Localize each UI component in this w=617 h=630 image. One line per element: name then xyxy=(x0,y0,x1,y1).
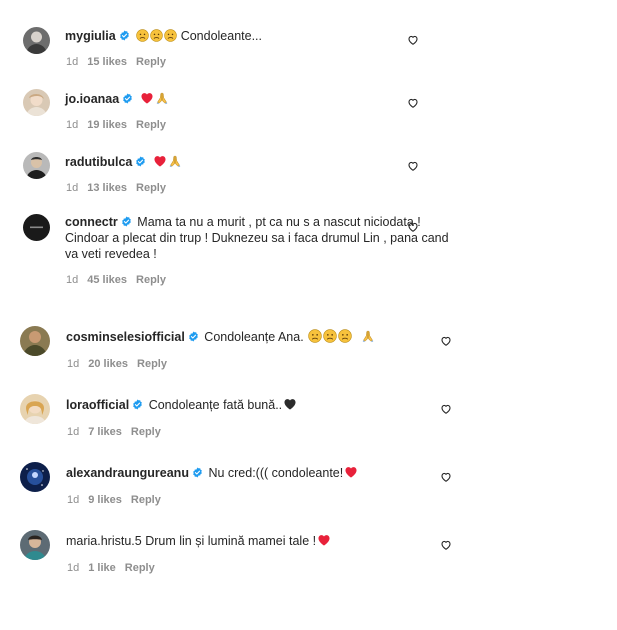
comment-line: alexandraungureanu Nu cred:((( condolean… xyxy=(66,465,358,481)
like-heart-icon[interactable] xyxy=(407,160,419,172)
comment-item: maria.hristu.5 Drum lin și lumină mamei … xyxy=(0,529,617,589)
red-heart-emoji xyxy=(344,465,358,479)
like-heart-icon[interactable] xyxy=(407,221,419,233)
sad-face-emoji xyxy=(338,329,352,343)
comment-item: alexandraungureanu Nu cred:((( condolean… xyxy=(0,461,617,521)
comment-item: cosminselesiofficial Condoleanțe Ana. 1d… xyxy=(0,325,617,385)
comment-item: jo.ioanaa 1d 19 likes Reply xyxy=(0,87,617,147)
comment-meta: 1d 15 likes Reply xyxy=(66,56,175,68)
red-heart-emoji xyxy=(153,154,167,168)
likes-count[interactable]: 13 likes xyxy=(87,182,127,194)
comment-meta: 1d 9 likes Reply xyxy=(67,494,170,506)
comment-item: connectr Mama ta nu a murit , pt ca nu s… xyxy=(0,213,617,293)
avatar[interactable] xyxy=(23,89,50,116)
comment-text: Condoleanțe Ana. xyxy=(204,330,304,344)
comment-item: mygiulia Condoleante... 1d 15 likes Reply xyxy=(0,24,617,84)
red-heart-emoji xyxy=(317,533,331,547)
comment-text: Nu cred:((( condoleante! xyxy=(208,466,344,480)
avatar[interactable] xyxy=(20,326,50,356)
avatar[interactable] xyxy=(23,27,50,54)
comment-text: Condoleante... xyxy=(180,29,262,43)
sad-face-emoji xyxy=(323,329,337,343)
comment-line: maria.hristu.5 Drum lin și lumină mamei … xyxy=(66,533,331,549)
verified-badge-icon xyxy=(119,30,130,41)
comment-meta: 1d 13 likes Reply xyxy=(66,182,175,194)
timestamp[interactable]: 1d xyxy=(66,274,78,286)
likes-count[interactable]: 20 likes xyxy=(88,358,128,370)
comment-line: radutibulca xyxy=(65,154,182,170)
sad-face-emoji xyxy=(136,29,149,42)
comment-text: Drum lin și lumină mamei tale ! xyxy=(145,534,317,548)
avatar[interactable] xyxy=(20,394,50,424)
username[interactable]: cosminselesiofficial xyxy=(66,330,185,344)
comment-line: cosminselesiofficial Condoleanțe Ana. xyxy=(66,329,375,345)
like-heart-icon[interactable] xyxy=(440,539,452,551)
reply-button[interactable]: Reply xyxy=(137,358,167,370)
comment-item: loraofficial Condoleanțe fată bună.. 1d 7… xyxy=(0,393,617,453)
reply-button[interactable]: Reply xyxy=(125,562,155,574)
verified-badge-icon xyxy=(192,467,203,478)
comment-meta: 1d 1 like Reply xyxy=(67,562,164,574)
comment-meta: 1d 7 likes Reply xyxy=(67,426,170,438)
timestamp[interactable]: 1d xyxy=(66,56,78,68)
folded-hands-emoji xyxy=(361,329,375,343)
reply-button[interactable]: Reply xyxy=(136,182,166,194)
likes-count[interactable]: 19 likes xyxy=(87,119,127,131)
timestamp[interactable]: 1d xyxy=(66,119,78,131)
sad-face-emoji xyxy=(150,29,163,42)
like-heart-icon[interactable] xyxy=(440,335,452,347)
comment-meta: 1d 19 likes Reply xyxy=(66,119,175,131)
like-heart-icon[interactable] xyxy=(440,471,452,483)
verified-badge-icon xyxy=(132,399,143,410)
username[interactable]: connectr xyxy=(65,215,118,229)
username[interactable]: loraofficial xyxy=(66,398,129,412)
likes-count[interactable]: 1 like xyxy=(88,562,116,574)
avatar[interactable] xyxy=(20,462,50,492)
comment-line: loraofficial Condoleanțe fată bună.. xyxy=(66,397,297,413)
timestamp[interactable]: 1d xyxy=(67,562,79,574)
comment-line: connectr Mama ta nu a murit , pt ca nu s… xyxy=(65,214,455,262)
likes-count[interactable]: 15 likes xyxy=(87,56,127,68)
comment-line: mygiulia Condoleante... xyxy=(65,28,262,44)
comment-meta: 1d 20 likes Reply xyxy=(67,358,176,370)
folded-hands-emoji xyxy=(155,91,169,105)
reply-button[interactable]: Reply xyxy=(131,494,161,506)
likes-count[interactable]: 7 likes xyxy=(88,426,122,438)
likes-count[interactable]: 45 likes xyxy=(87,274,127,286)
avatar[interactable] xyxy=(20,530,50,560)
comment-text: Condoleanțe fată bună.. xyxy=(148,398,283,412)
reply-button[interactable]: Reply xyxy=(136,119,166,131)
username[interactable]: radutibulca xyxy=(65,155,132,169)
comment-line: jo.ioanaa xyxy=(65,91,169,107)
avatar[interactable] xyxy=(23,152,50,179)
sad-face-emoji xyxy=(164,29,177,42)
black-heart-emoji xyxy=(283,397,297,411)
reply-button[interactable]: Reply xyxy=(136,56,166,68)
sad-face-emoji xyxy=(308,329,322,343)
username[interactable]: mygiulia xyxy=(65,29,116,43)
comment-item: radutibulca 1d 13 likes Reply xyxy=(0,150,617,210)
avatar[interactable] xyxy=(23,214,50,241)
like-heart-icon[interactable] xyxy=(407,34,419,46)
like-heart-icon[interactable] xyxy=(407,97,419,109)
reply-button[interactable]: Reply xyxy=(131,426,161,438)
like-heart-icon[interactable] xyxy=(440,403,452,415)
timestamp[interactable]: 1d xyxy=(66,182,78,194)
likes-count[interactable]: 9 likes xyxy=(88,494,122,506)
verified-badge-icon xyxy=(188,331,199,342)
verified-badge-icon xyxy=(121,216,132,227)
timestamp[interactable]: 1d xyxy=(67,358,79,370)
reply-button[interactable]: Reply xyxy=(136,274,166,286)
username[interactable]: maria.hristu.5 xyxy=(66,534,142,548)
comment-meta: 1d 45 likes Reply xyxy=(66,274,175,286)
username[interactable]: jo.ioanaa xyxy=(65,92,119,106)
red-heart-emoji xyxy=(140,91,154,105)
timestamp[interactable]: 1d xyxy=(67,494,79,506)
username[interactable]: alexandraungureanu xyxy=(66,466,189,480)
folded-hands-emoji xyxy=(168,154,182,168)
timestamp[interactable]: 1d xyxy=(67,426,79,438)
verified-badge-icon xyxy=(135,156,146,167)
verified-badge-icon xyxy=(122,93,133,104)
